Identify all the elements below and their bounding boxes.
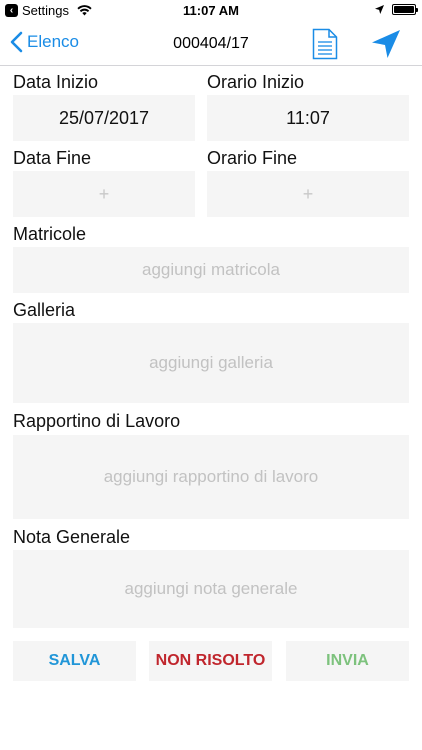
battery-fill	[394, 6, 414, 13]
matricole-field[interactable]: aggiungi matricola	[13, 247, 409, 293]
location-arrow-icon	[372, 30, 400, 58]
orario-fine-label: Orario Fine	[207, 148, 298, 168]
nav-bar: Elenco 000404/17	[0, 22, 422, 66]
data-inizio-label: Data Inizio	[13, 72, 99, 92]
add-icon: +	[98, 183, 110, 204]
galleria-field[interactable]: aggiungi galleria	[13, 323, 409, 403]
page-title: 000404/17	[173, 35, 249, 52]
location-arrow-small-icon	[375, 5, 384, 14]
matricole-label: Matricole	[13, 224, 87, 244]
rapportino-field[interactable]: aggiungi rapportino di lavoro	[13, 435, 409, 519]
data-inizio-field[interactable]: 25/07/2017	[13, 95, 195, 141]
orario-inizio-field[interactable]: 11:07	[207, 95, 409, 141]
document-icon	[312, 28, 338, 60]
battery-tip	[416, 8, 418, 12]
status-bar: ‹ Settings 11:07 AM	[0, 0, 422, 22]
add-icon: +	[302, 183, 314, 204]
galleria-label: Galleria	[13, 300, 76, 320]
locate-button[interactable]	[370, 28, 402, 65]
rapportino-label: Rapportino di Lavoro	[13, 411, 181, 431]
orario-fine-field[interactable]: +	[207, 171, 409, 217]
nota-generale-field[interactable]: aggiungi nota generale	[13, 550, 409, 628]
orario-inizio-label: Orario Inizio	[207, 72, 305, 92]
status-time: 11:07 AM	[183, 3, 239, 18]
data-fine-label: Data Fine	[13, 148, 92, 168]
nota-generale-label: Nota Generale	[13, 527, 131, 547]
non-risolto-button[interactable]: NON RISOLTO	[149, 641, 272, 681]
salva-button[interactable]: SALVA	[13, 641, 136, 681]
battery-icon	[392, 4, 418, 15]
data-fine-field[interactable]: +	[13, 171, 195, 217]
document-button[interactable]	[312, 28, 338, 65]
status-right	[375, 4, 418, 15]
invia-button[interactable]: INVIA	[286, 641, 409, 681]
